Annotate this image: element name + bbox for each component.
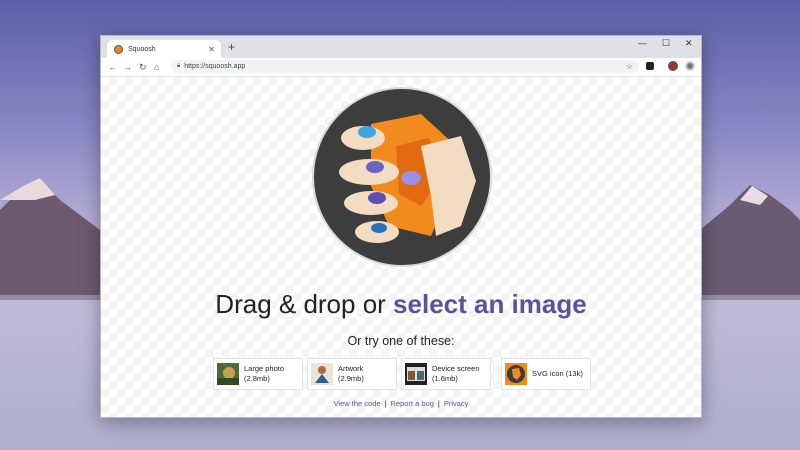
photo-thumbnail-icon — [217, 363, 239, 385]
sample-size: (2.9mb) — [338, 374, 364, 383]
squoosh-logo — [312, 87, 492, 267]
squoosh-favicon-icon — [114, 44, 123, 54]
select-image-link[interactable]: select an image — [393, 289, 587, 319]
back-arrow-icon[interactable]: ← — [108, 61, 117, 73]
address-bar[interactable]: 🔒︎ https://squoosh.app ☆ — [171, 60, 639, 73]
sample-size: (1.6mb) — [432, 374, 458, 383]
maximize-button[interactable]: ☐ — [662, 38, 670, 49]
extension-icon[interactable] — [685, 61, 695, 71]
tab-close-icon[interactable]: ✕ — [208, 45, 215, 54]
device-screen-thumbnail-icon — [405, 363, 427, 385]
sample-size: (2.8mb) — [244, 374, 270, 383]
new-tab-button[interactable]: + — [228, 40, 235, 54]
artwork-thumbnail-icon — [311, 363, 333, 385]
headline-text: Drag & drop or — [215, 289, 394, 319]
sample-device-screen[interactable]: Device screen (1.6mb) — [401, 358, 491, 390]
home-icon[interactable]: ⌂ — [154, 61, 159, 73]
profile-avatar[interactable] — [668, 61, 678, 71]
browser-toolbar: ← → ↻ ⌂ 🔒︎ https://squoosh.app ☆ — [101, 58, 701, 77]
browser-tab[interactable]: Squoosh ✕ — [107, 40, 221, 58]
footer-separator: | — [384, 399, 387, 408]
lock-icon: 🔒︎ — [177, 63, 181, 69]
sample-title: Artwork — [338, 364, 364, 373]
try-samples-heading: Or try one of these: — [347, 334, 455, 348]
sample-title: Device screen — [432, 364, 480, 373]
sample-title: SVG icon (13k) — [532, 369, 583, 378]
bookmark-star-icon[interactable]: ☆ — [626, 62, 633, 71]
browser-window: Squoosh ✕ + — ☐ ✕ ← → ↻ ⌂ 🔒︎ https://squ… — [100, 35, 702, 418]
squoosh-page: Drag & drop or select an image Or try on… — [101, 77, 701, 417]
page-headline: Drag & drop or select an image — [101, 289, 701, 320]
view-code-link[interactable]: View the code — [334, 399, 381, 408]
svg-icon-thumbnail-icon — [505, 363, 527, 385]
sample-svg-icon[interactable]: SVG icon (13k) — [501, 358, 591, 390]
url-text: https://squoosh.app — [184, 63, 246, 70]
reload-icon[interactable]: ↻ — [139, 61, 147, 73]
title-bar: Squoosh ✕ + — ☐ ✕ — [101, 36, 701, 58]
sample-large-photo[interactable]: Large photo (2.8mb) — [213, 358, 303, 390]
extension-stack-icon[interactable] — [646, 62, 654, 70]
tab-title: Squoosh — [128, 45, 156, 53]
minimize-button[interactable]: — — [638, 38, 647, 48]
forward-arrow-icon[interactable]: → — [123, 61, 132, 73]
sample-artwork[interactable]: Artwork (2.9mb) — [307, 358, 397, 390]
report-bug-link[interactable]: Report a bug — [391, 399, 434, 408]
footer-separator: | — [437, 399, 440, 408]
sample-images: Large photo (2.8mb) Artwork (2.9mb) Devi… — [213, 358, 593, 392]
privacy-link[interactable]: Privacy — [444, 399, 469, 408]
sample-title: Large photo — [244, 364, 285, 373]
page-footer: View the code | Report a bug | Privacy — [101, 399, 701, 408]
close-window-button[interactable]: ✕ — [685, 38, 693, 49]
